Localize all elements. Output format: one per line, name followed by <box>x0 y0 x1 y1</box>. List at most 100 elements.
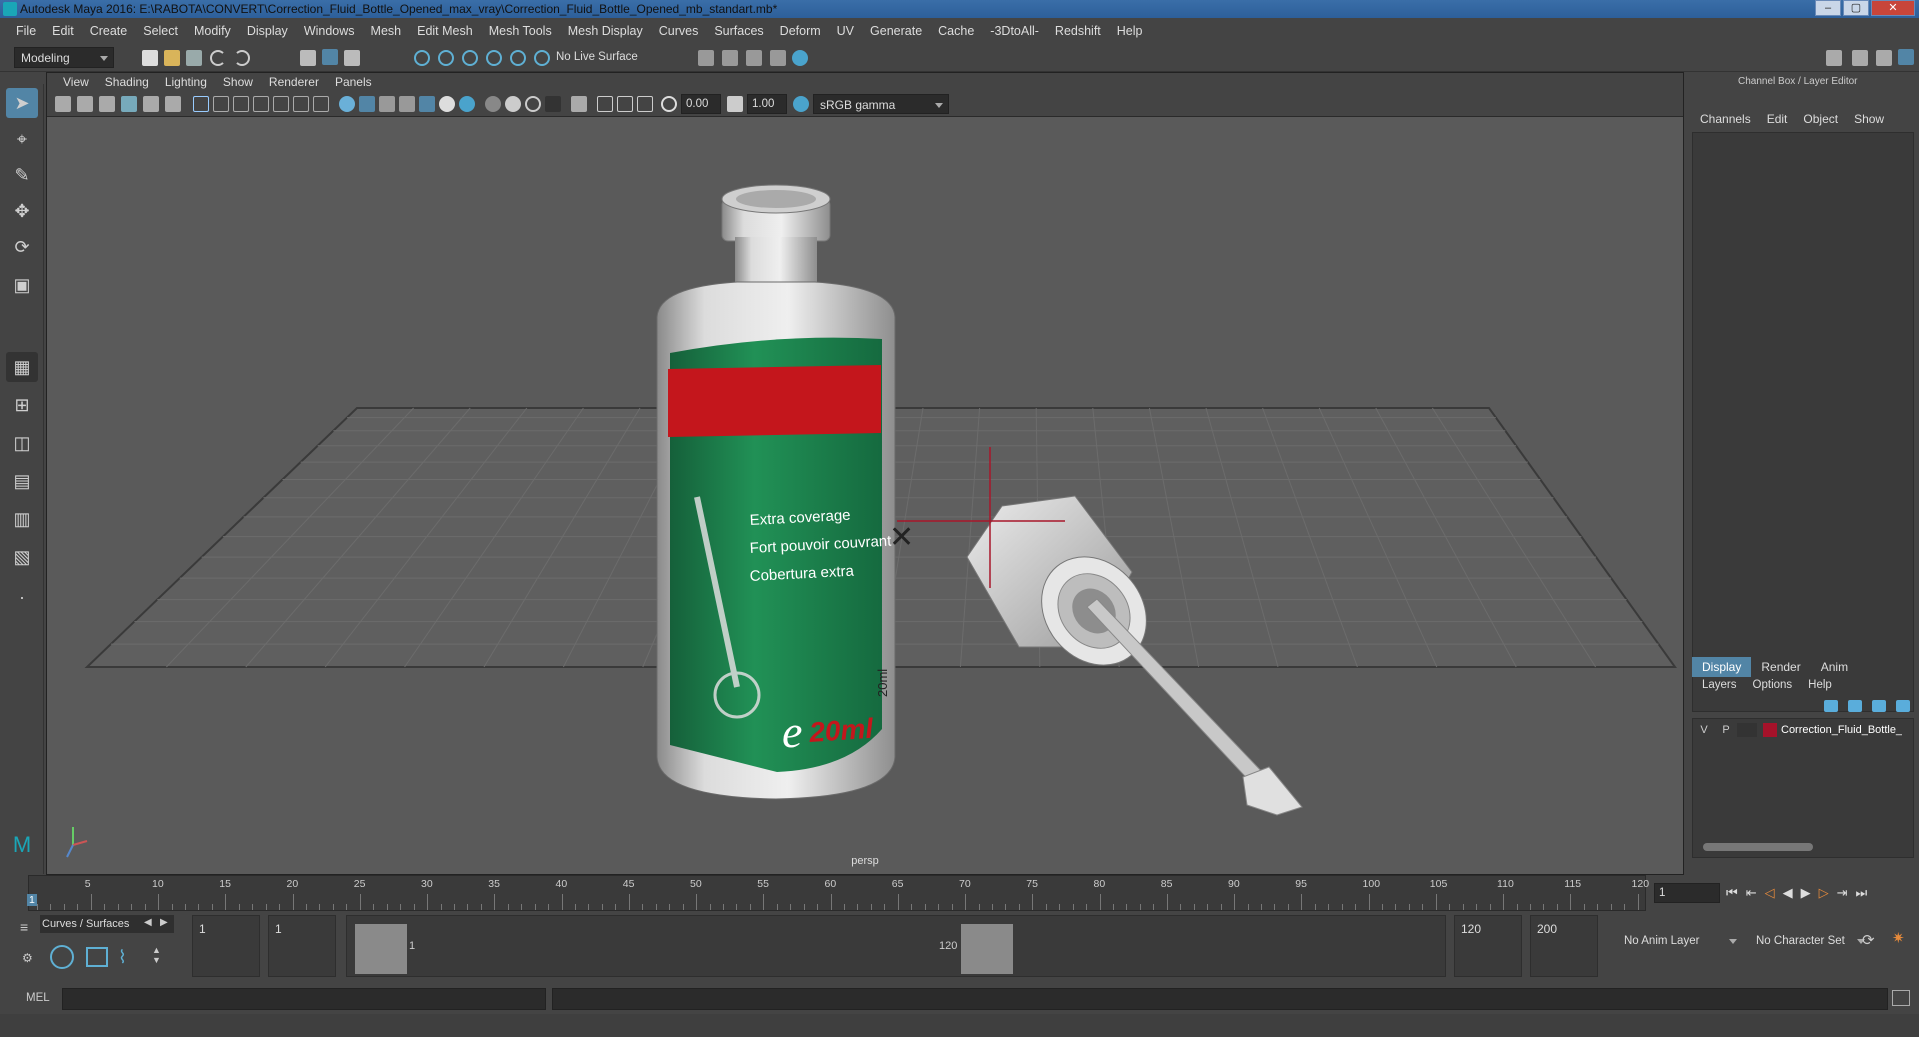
grid-toggle-icon[interactable] <box>193 96 209 112</box>
menu-edit-mesh[interactable]: Edit Mesh <box>409 24 481 38</box>
shelf-tab-label[interactable]: Curves / Surfaces <box>40 915 174 933</box>
go-to-start-icon[interactable]: ⏮ <box>1726 885 1738 901</box>
go-to-end-icon[interactable]: ⏭ <box>1856 885 1868 901</box>
vp-menu-shading[interactable]: Shading <box>97 75 157 89</box>
cb-tab-object[interactable]: Object <box>1795 112 1846 126</box>
render-view-icon[interactable] <box>770 50 786 66</box>
menu-set-dropdown[interactable]: Modeling <box>14 47 114 68</box>
layout-single-icon[interactable]: ▦ <box>6 352 38 382</box>
move-tool-icon[interactable]: ✥ <box>6 196 38 226</box>
smooth-shade-icon[interactable] <box>359 96 375 112</box>
redo-icon[interactable] <box>234 50 250 66</box>
layer-color-swatch[interactable] <box>1763 723 1777 737</box>
command-input[interactable] <box>62 988 546 1010</box>
auto-key-icon[interactable]: ⟳ <box>1862 931 1875 949</box>
step-forward-frame-icon[interactable]: ▷ <box>1819 885 1829 901</box>
exposure-field[interactable]: 0.00 <box>681 94 721 114</box>
layer-menu-layers[interactable]: Layers <box>1694 679 1745 691</box>
layer-visibility-toggle[interactable]: V <box>1693 724 1715 736</box>
scale-tool-icon[interactable]: ▣ <box>6 270 38 300</box>
vp-menu-view[interactable]: View <box>55 75 97 89</box>
save-scene-icon[interactable] <box>186 50 202 66</box>
menu-windows[interactable]: Windows <box>296 24 363 38</box>
close-button[interactable]: ✕ <box>1871 0 1915 16</box>
layer-playback-toggle[interactable]: P <box>1715 724 1737 736</box>
menu-mesh[interactable]: Mesh <box>363 24 410 38</box>
viewport-panel[interactable]: View Shading Lighting Show Renderer Pane… <box>46 72 1684 875</box>
new-layer-selected-icon[interactable] <box>1896 700 1910 712</box>
gamma-field[interactable]: 1.00 <box>747 94 787 114</box>
live-surface-label[interactable]: No Live Surface <box>556 51 638 63</box>
camera-attributes-icon[interactable] <box>77 96 93 112</box>
layout-hyper-icon[interactable]: ▧ <box>6 542 38 572</box>
select-component-icon[interactable] <box>344 50 360 66</box>
minimize-button[interactable]: – <box>1815 0 1841 16</box>
menu-surfaces[interactable]: Surfaces <box>706 24 771 38</box>
snap-point-icon[interactable] <box>462 50 478 66</box>
range-slider-start-handle[interactable] <box>355 924 407 974</box>
shelf-prev-icon[interactable]: ◀ <box>144 917 152 928</box>
menu-create[interactable]: Create <box>82 24 136 38</box>
layer-type-toggle[interactable] <box>1737 723 1757 737</box>
play-back-icon[interactable]: ◀ <box>1783 885 1793 901</box>
menu-deform[interactable]: Deform <box>772 24 829 38</box>
menu-redshift[interactable]: Redshift <box>1047 24 1109 38</box>
bottle[interactable]: Extra coverage Fort pouvoir couvrant Cob… <box>656 184 914 800</box>
command-language-label[interactable]: MEL <box>26 992 50 1004</box>
menu-cache[interactable]: Cache <box>930 24 982 38</box>
layer-tab-anim[interactable]: Anim <box>1811 657 1858 677</box>
nurbs-circle-icon[interactable] <box>50 945 74 969</box>
layer-list-scrollbar[interactable] <box>1703 843 1813 851</box>
script-editor-icon[interactable] <box>1892 990 1910 1006</box>
xray-components-icon[interactable] <box>637 96 653 112</box>
xray-icon[interactable] <box>597 96 613 112</box>
range-slider-end-handle[interactable] <box>961 924 1013 974</box>
grease-pencil-icon[interactable] <box>165 96 181 112</box>
field-chart-icon[interactable] <box>273 96 289 112</box>
menu-modify[interactable]: Modify <box>186 24 239 38</box>
shelf-scroll-icon[interactable]: ▲ ▼ <box>152 945 161 965</box>
vp-menu-panels[interactable]: Panels <box>327 75 380 89</box>
layer-menu-help[interactable]: Help <box>1800 679 1840 691</box>
nurbs-square-icon[interactable] <box>86 947 108 967</box>
wireframe-icon[interactable] <box>339 96 355 112</box>
snap-grid-icon[interactable] <box>414 50 430 66</box>
playback-start-field[interactable]: 1 <box>268 915 336 977</box>
scene-start-field[interactable]: 1 <box>192 915 260 977</box>
modeling-toolkit-icon[interactable] <box>1826 50 1842 66</box>
view-transform-dropdown[interactable]: sRGB gamma <box>813 94 949 114</box>
3d-scene[interactable]: Extra coverage Fort pouvoir couvrant Cob… <box>47 117 1685 876</box>
step-back-frame-icon[interactable]: ◁ <box>1765 885 1775 901</box>
layout-outliner-icon[interactable]: ▤ <box>6 466 38 496</box>
move-layer-down-icon[interactable] <box>1848 700 1862 712</box>
select-tool-icon[interactable]: ➤ <box>6 88 38 118</box>
paint-select-icon[interactable]: ✎ <box>6 160 38 190</box>
undo-icon[interactable] <box>210 50 226 66</box>
film-gate-icon[interactable] <box>213 96 229 112</box>
layer-name[interactable]: Correction_Fluid_Bottle_ <box>1781 724 1902 736</box>
select-hierarchy-icon[interactable] <box>300 50 316 66</box>
depth-of-field-icon[interactable] <box>545 96 561 112</box>
layer-row[interactable]: V P Correction_Fluid_Bottle_ <box>1693 721 1913 739</box>
select-object-icon[interactable] <box>322 49 338 65</box>
tool-settings-icon[interactable] <box>1876 50 1892 66</box>
lasso-tool-icon[interactable]: ⌖ <box>6 124 38 154</box>
lights-icon[interactable] <box>439 96 455 112</box>
snap-curve-icon[interactable] <box>438 50 454 66</box>
color-management-icon[interactable] <box>793 96 809 112</box>
attribute-editor-icon[interactable] <box>1852 50 1868 66</box>
menu-mesh-display[interactable]: Mesh Display <box>560 24 651 38</box>
menu-uv[interactable]: UV <box>829 24 862 38</box>
menu-edit[interactable]: Edit <box>44 24 82 38</box>
menu-3dtoall[interactable]: -3DtoAll- <box>982 24 1047 38</box>
default-material-icon[interactable] <box>379 96 395 112</box>
cb-tab-edit[interactable]: Edit <box>1759 112 1796 126</box>
current-frame-field[interactable]: 1 <box>1654 883 1720 903</box>
motion-blur-icon[interactable] <box>505 96 521 112</box>
2d-pan-zoom-icon[interactable] <box>143 96 159 112</box>
layer-menu-options[interactable]: Options <box>1745 679 1801 691</box>
step-forward-key-icon[interactable]: ⇥ <box>1837 885 1848 901</box>
cv-curve-icon[interactable]: ⌇ <box>118 947 127 968</box>
channel-list[interactable] <box>1692 132 1914 712</box>
menu-display[interactable]: Display <box>239 24 296 38</box>
